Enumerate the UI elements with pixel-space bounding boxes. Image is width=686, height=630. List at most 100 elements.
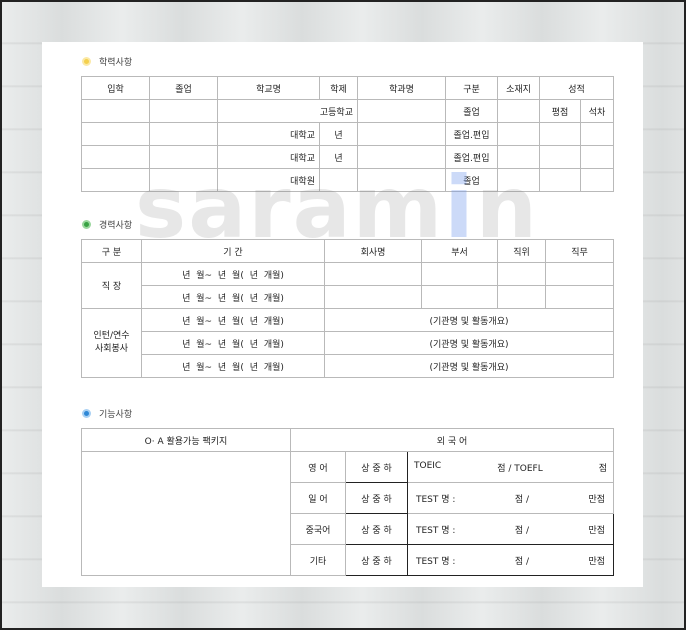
duty-cell[interactable]: [545, 285, 614, 309]
score-end: 만점: [588, 525, 605, 536]
score-cell[interactable]: TEST 명 : 점 / 만점: [406, 544, 615, 576]
rank-cell[interactable]: [580, 145, 614, 169]
score-cell[interactable]: TOEIC 점 / TOEFL 점: [406, 451, 615, 483]
type-cell[interactable]: 졸업: [445, 168, 498, 192]
entry-cell[interactable]: [81, 168, 150, 192]
header-system: 학제: [319, 76, 358, 100]
job-label: 직 장: [81, 262, 142, 309]
skills-table: O· A 활용가능 팩키지 외 국 어 영 어 상 중 하 TOEIC 점 / …: [81, 428, 615, 576]
header-major: 학과명: [357, 76, 446, 100]
header-graduation: 졸업: [149, 76, 218, 100]
language-name: 기타: [290, 544, 346, 576]
duty-cell[interactable]: [545, 262, 614, 286]
header-type: 구분: [445, 76, 498, 100]
table-row: 년 월~ 년 월( 년 개월): [82, 285, 614, 309]
system-cell[interactable]: [319, 168, 358, 192]
graduation-cell[interactable]: [149, 122, 218, 146]
table-row: 년 월~ 년 월( 년 개월) (기관명 및 활동개요): [82, 354, 614, 378]
gpa-cell[interactable]: [539, 122, 581, 146]
language-name: 중국어: [290, 513, 346, 545]
career-header-row: 구 분 기 간 회사명 부서 직위 직무: [81, 239, 614, 263]
oa-cell[interactable]: [81, 451, 291, 576]
score-mid: 점 / TOEFL: [497, 463, 543, 474]
intern-desc-cell[interactable]: (기관명 및 활동개요): [324, 354, 614, 378]
level-cell[interactable]: 상 중 하: [345, 451, 408, 483]
location-cell[interactable]: [497, 145, 540, 169]
test-name: TOEIC: [414, 460, 442, 471]
department-cell[interactable]: [421, 285, 498, 309]
table-row: 고등학교 졸업 평점 석차: [81, 99, 614, 123]
score-mid: 점 /: [514, 494, 530, 505]
entry-cell[interactable]: [81, 99, 150, 123]
major-cell[interactable]: [357, 99, 446, 123]
score-end: 만점: [588, 494, 605, 505]
school-cell[interactable]: 고등학교: [217, 99, 358, 123]
intern-desc-cell[interactable]: (기관명 및 활동개요): [324, 308, 614, 332]
department-cell[interactable]: [421, 262, 498, 286]
score-cell[interactable]: TEST 명 : 점 / 만점: [406, 482, 615, 514]
score-end: 점: [598, 463, 607, 474]
school-cell[interactable]: 대학원: [217, 168, 320, 192]
type-cell[interactable]: 졸업: [445, 99, 498, 123]
period-cell[interactable]: 년 월~ 년 월( 년 개월): [141, 308, 325, 332]
bullet-icon: [82, 220, 91, 229]
period-cell[interactable]: 년 월~ 년 월( 년 개월): [141, 331, 325, 355]
entry-cell[interactable]: [81, 145, 150, 169]
graduation-cell[interactable]: [149, 168, 218, 192]
position-cell[interactable]: [497, 262, 546, 286]
school-cell[interactable]: 대학교: [217, 145, 320, 169]
test-name: TEST 명 :: [416, 556, 456, 567]
education-title: 학력사항: [99, 58, 133, 68]
intern-desc-cell[interactable]: (기관명 및 활동개요): [324, 331, 614, 355]
score-mid: 점 /: [514, 556, 530, 567]
skills-section-title: 기능사항: [82, 407, 132, 420]
location-cell[interactable]: [497, 168, 540, 192]
gpa-cell[interactable]: [539, 168, 581, 192]
company-cell[interactable]: [324, 285, 422, 309]
period-cell[interactable]: 년 월~ 년 월( 년 개월): [141, 285, 325, 309]
intern-label-line-1: 인턴/연수: [93, 331, 130, 341]
major-cell[interactable]: [357, 122, 446, 146]
rank-cell[interactable]: [580, 168, 614, 192]
system-cell[interactable]: 년: [319, 145, 358, 169]
bullet-icon: [82, 409, 91, 418]
position-cell[interactable]: [497, 285, 546, 309]
table-row: 년 월~ 년 월( 년 개월) (기관명 및 활동개요): [82, 331, 614, 355]
system-cell[interactable]: 년: [319, 122, 358, 146]
header-period: 기 간: [141, 239, 325, 263]
graduation-cell[interactable]: [149, 99, 218, 123]
header-school: 학교명: [217, 76, 320, 100]
gpa-cell[interactable]: [539, 145, 581, 169]
header-grade: 성적: [539, 76, 614, 100]
rank-cell[interactable]: [580, 122, 614, 146]
entry-cell[interactable]: [81, 122, 150, 146]
header-location: 소재지: [497, 76, 540, 100]
intern-label-line-2: 사회봉사: [94, 344, 129, 354]
graduation-cell[interactable]: [149, 145, 218, 169]
period-cell[interactable]: 년 월~ 년 월( 년 개월): [141, 354, 325, 378]
test-name: TEST 명 :: [416, 525, 456, 536]
header-position: 직위: [497, 239, 546, 263]
test-name: TEST 명 :: [416, 494, 456, 505]
level-cell[interactable]: 상 중 하: [345, 482, 408, 514]
period-cell[interactable]: 년 월~ 년 월( 년 개월): [141, 262, 325, 286]
level-cell[interactable]: 상 중 하: [345, 544, 408, 576]
skills-header-row: O· A 활용가능 팩키지 외 국 어: [81, 428, 615, 452]
education-table: 입학 졸업 학교명 학제 학과명 구분 소재지 성적 고등학교 졸업 평점 석차…: [81, 76, 614, 192]
location-cell[interactable]: [497, 99, 540, 123]
type-cell[interactable]: 졸업.편입: [445, 145, 498, 169]
level-cell[interactable]: 상 중 하: [345, 513, 408, 545]
header-department: 부서: [421, 239, 498, 263]
company-cell[interactable]: [324, 262, 422, 286]
school-cell[interactable]: 대학교: [217, 122, 320, 146]
score-cell[interactable]: TEST 명 : 점 / 만점: [406, 513, 615, 545]
career-section-title: 경력사항: [82, 218, 132, 231]
skills-title: 기능사항: [99, 410, 133, 420]
major-cell[interactable]: [357, 168, 446, 192]
location-cell[interactable]: [497, 122, 540, 146]
career-table: 구 분 기 간 회사명 부서 직위 직무 직 장 년 월~ 년 월( 년 개월)…: [81, 239, 614, 378]
type-cell[interactable]: 졸업.편입: [445, 122, 498, 146]
gpa-header: 평점: [539, 99, 581, 123]
header-entry: 입학: [81, 76, 150, 100]
major-cell[interactable]: [357, 145, 446, 169]
